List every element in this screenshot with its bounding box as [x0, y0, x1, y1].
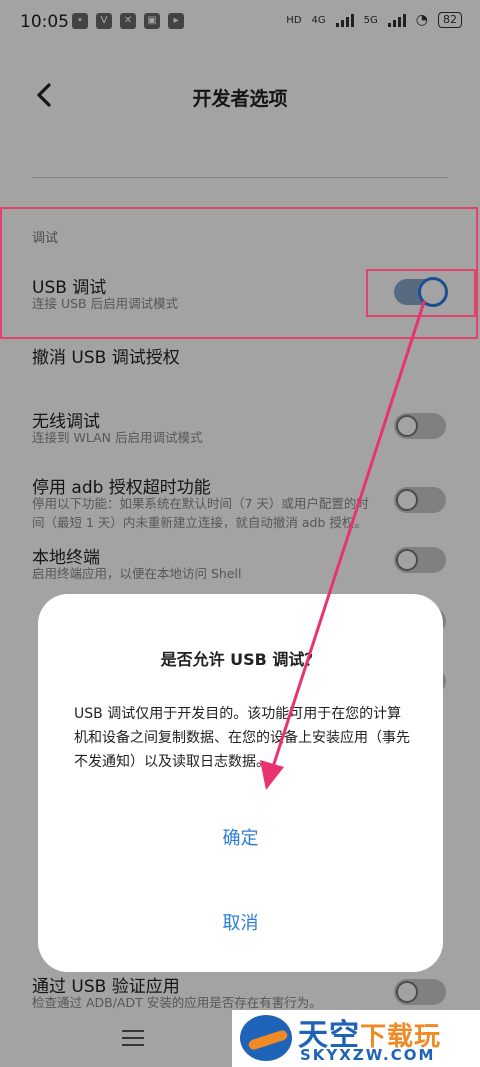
globe-plane-logo-icon: [240, 1015, 292, 1061]
dialog-message: USB 调试仅用于开发目的。该功能可用于在您的计算机和设备之间复制数据、在您的设…: [74, 706, 410, 770]
dialog-title: 是否允许 USB 调试？: [160, 650, 321, 669]
confirm-button[interactable]: 确定: [38, 824, 443, 850]
watermark-en-text: SKYXZW.COM: [300, 1046, 436, 1064]
site-watermark: 天空下载玩 SKYXZW.COM: [232, 1010, 480, 1067]
cancel-button[interactable]: 取消: [38, 909, 443, 935]
usb-debugging-dialog: 是否允许 USB 调试？ USB 调试仅用于开发目的。该功能可用于在您的计算机和…: [38, 594, 443, 972]
annotation-highlight-toggle: [366, 269, 476, 317]
